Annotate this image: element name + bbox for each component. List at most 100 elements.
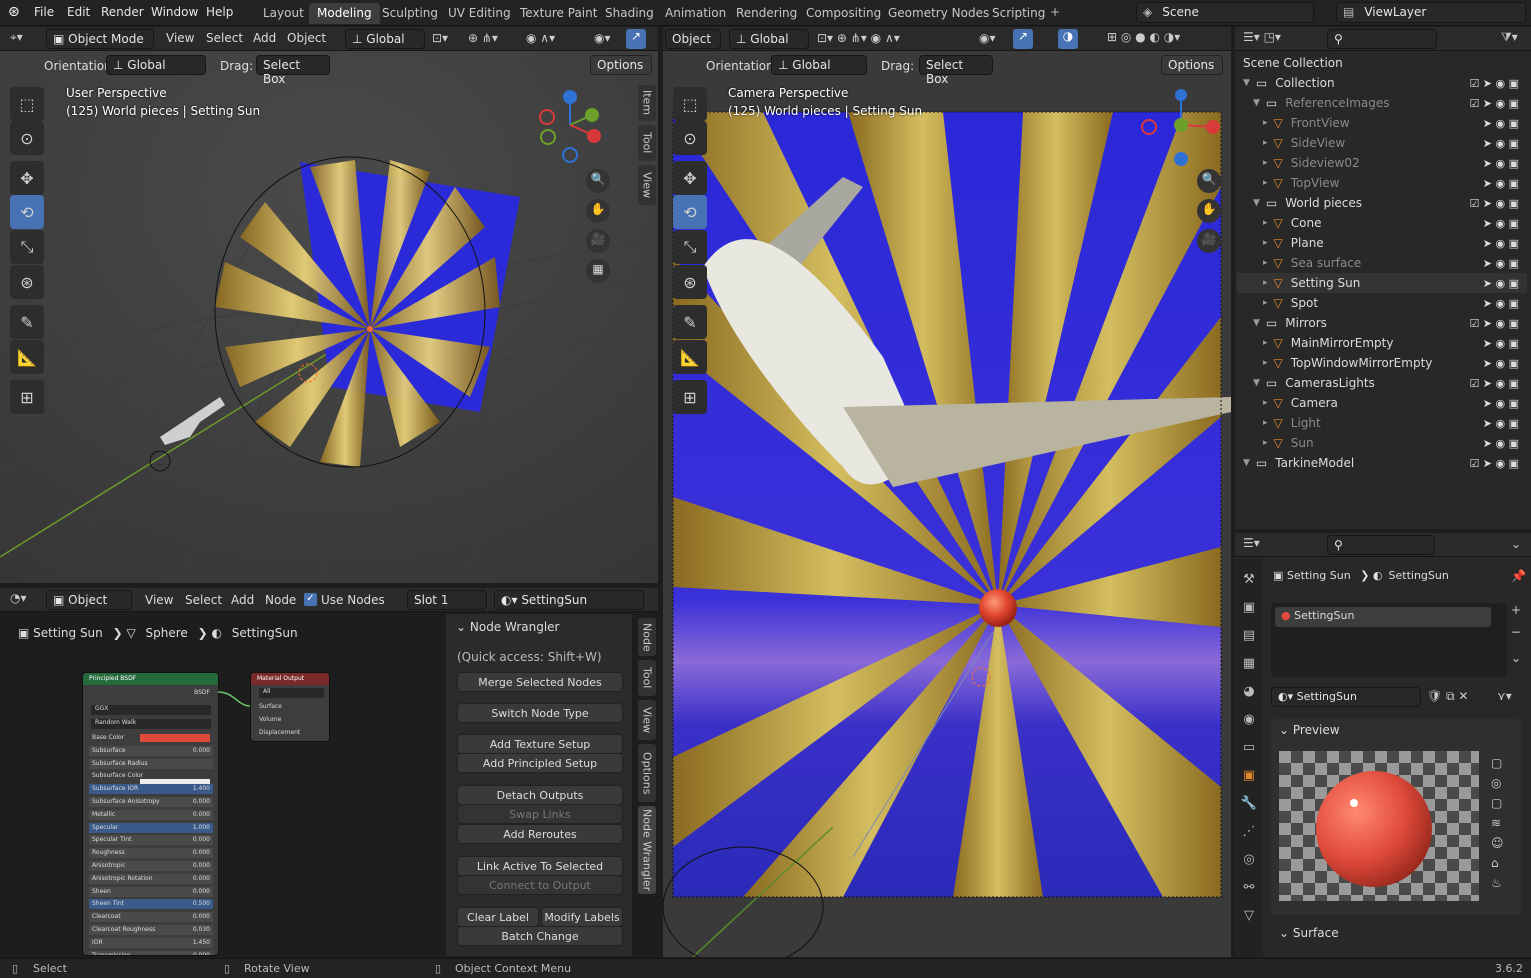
tab-sculpting[interactable]: Sculpting — [374, 3, 446, 24]
modifier-tab-icon[interactable]: 🔧 — [1240, 796, 1258, 814]
shading-modes-icon[interactable]: ⊞ ◎ ● ◐ ◑▾ — [1107, 30, 1180, 44]
node-menu-node[interactable]: Node — [265, 593, 296, 607]
render-tab-icon[interactable]: ▣ — [1240, 600, 1258, 618]
sidebar-tab-view[interactable]: View — [638, 165, 656, 205]
bsdf-input-row[interactable]: Anisotropic Rotation 0.000 — [89, 873, 213, 884]
expand-chevron-icon[interactable]: ▼ — [1253, 318, 1260, 328]
modify-labels-button[interactable]: Modify Labels — [541, 907, 623, 927]
camera-camera-view-icon[interactable]: 🎥 — [1197, 229, 1221, 253]
add-cube-tool-icon[interactable]: ⊞ — [10, 380, 44, 414]
visibility-toggles-icon[interactable]: ➤ ◉ ▣ — [1483, 217, 1519, 230]
bsdf-input-row[interactable]: Sheen Tint 0.500 — [89, 899, 213, 910]
outliner-row[interactable]: ▸ ▽ TopView ➤ ◉ ▣ — [1237, 173, 1527, 193]
visibility-toggles-icon[interactable]: ➤ ◉ ▣ — [1483, 357, 1519, 370]
outliner-search-input[interactable]: ⚲ — [1327, 29, 1437, 49]
subsurface-method-dropdown[interactable]: Random Walk — [91, 719, 211, 729]
outliner-row[interactable]: ▸ ▽ SideView ➤ ◉ ▣ — [1237, 133, 1527, 153]
bsdf-input-row[interactable]: Transmission 0.000 — [89, 950, 213, 955]
camera-overlay-icon[interactable]: ◑ — [1058, 29, 1078, 49]
material-slot-item[interactable]: ● SettingSun — [1275, 607, 1491, 627]
node-tab-options[interactable]: Options — [638, 744, 656, 802]
outliner-row[interactable]: ▸ ▽ Light ➤ ◉ ▣ — [1237, 413, 1527, 433]
drag-selector[interactable]: Select Box — [256, 55, 330, 86]
outliner-row[interactable]: ▸ ▽ TopWindowMirrorEmpty ➤ ◉ ▣ — [1237, 353, 1527, 373]
bsdf-input-row[interactable]: Base Color — [89, 733, 213, 743]
visibility-toggles-icon[interactable]: ➤ ◉ ▣ — [1483, 417, 1519, 430]
preview-panel-title[interactable]: ⌄ Preview — [1279, 723, 1340, 737]
outliner-row[interactable]: ▸ ▽ Sea surface ➤ ◉ ▣ — [1237, 253, 1527, 273]
snap-icon[interactable]: ⊕ ⋔▾ — [468, 31, 498, 45]
add-principled-setup-button[interactable]: Add Principled Setup — [457, 753, 623, 773]
link-active-to-selected-button[interactable]: Link Active To Selected — [457, 856, 623, 876]
gizmo-icon[interactable]: ↗ — [626, 29, 646, 49]
orientation-selector[interactable]: ⊥ Global — [106, 55, 206, 75]
node-menu-select[interactable]: Select — [185, 593, 222, 607]
expand-chevron-icon[interactable]: ▸ — [1263, 398, 1268, 408]
shader-type-selector[interactable]: ▣ Object — [46, 590, 132, 610]
visibility-toggles-icon[interactable]: ☑ ➤ ◉ ▣ — [1469, 197, 1519, 210]
bsdf-input-row[interactable]: Clearcoat Roughness 0.030 — [89, 925, 213, 935]
fake-user-icon[interactable]: 🛡 ⧉ ✕ — [1427, 689, 1469, 704]
pivot-icon[interactable]: ⊡▾ — [432, 31, 448, 45]
bsdf-input-row[interactable]: Subsurface IOR 1.400 — [89, 784, 213, 795]
camera-annotate-tool-icon[interactable]: ✎ — [673, 305, 707, 339]
menu-file[interactable]: File — [34, 5, 54, 19]
outliner-row[interactable]: ▼ ▭ Collection ☑ ➤ ◉ ▣ — [1237, 73, 1527, 93]
transform-orientation-selector[interactable]: ⊥ Global — [345, 29, 425, 49]
surface-panel-title[interactable]: ⌄ Surface — [1279, 926, 1339, 940]
bsdf-input-row[interactable]: Subsurface Anisotropy 0.000 — [89, 797, 213, 807]
expand-chevron-icon[interactable]: ▸ — [1263, 298, 1268, 308]
data-tab-icon[interactable]: ▽ — [1240, 908, 1258, 926]
output-tab-icon[interactable]: ▤ — [1240, 628, 1258, 646]
slot-selector[interactable]: Slot 1 — [407, 590, 487, 610]
node-tab-node-wrangler[interactable]: Node Wrangler — [638, 806, 656, 894]
visibility-toggles-icon[interactable]: ➤ ◉ ▣ — [1483, 277, 1519, 290]
bsdf-input-row[interactable]: Specular Tint 0.000 — [89, 835, 213, 846]
collection-tab-icon[interactable]: ▭ — [1240, 740, 1258, 758]
camera-pan-hand-icon[interactable]: ✋ — [1197, 199, 1221, 223]
expand-chevron-icon[interactable]: ▸ — [1263, 138, 1268, 148]
expand-chevron-icon[interactable]: ▸ — [1263, 158, 1268, 168]
tab-animation[interactable]: Animation — [657, 3, 734, 24]
outliner-row[interactable]: ▸ ▽ Plane ➤ ◉ ▣ — [1237, 233, 1527, 253]
visibility-toggles-icon[interactable]: ☑ ➤ ◉ ▣ — [1469, 377, 1519, 390]
constraints-tab-icon[interactable]: ⚯ — [1240, 880, 1258, 898]
node-wrangler-panel-title[interactable]: ⌄ Node Wrangler — [456, 620, 560, 634]
material-selector[interactable]: ◐▾ SettingSun — [494, 590, 644, 610]
switch-node-type-button[interactable]: Switch Node Type — [457, 703, 623, 723]
expand-chevron-icon[interactable]: ▸ — [1263, 238, 1268, 248]
tab-shading[interactable]: Shading — [597, 3, 662, 24]
bsdf-input-row[interactable]: Specular 1.000 — [89, 822, 213, 833]
outliner-editor-icon[interactable]: ☰▾ ◳▾ — [1243, 30, 1281, 44]
add-workspace-icon[interactable]: + — [1050, 5, 1060, 19]
visibility-toggles-icon[interactable]: ➤ ◉ ▣ — [1483, 437, 1519, 450]
sidebar-tab-tool[interactable]: Tool — [638, 125, 656, 161]
expand-chevron-icon[interactable]: ▸ — [1263, 218, 1268, 228]
scene-tab-icon[interactable]: ◕ — [1240, 684, 1258, 702]
visibility-toggles-icon[interactable]: ➤ ◉ ▣ — [1483, 137, 1519, 150]
properties-editor-icon[interactable]: ☰▾ — [1243, 536, 1260, 550]
node-editor[interactable]: ◔▾ ▣ Object View Select Add Node ✓ Use N… — [0, 588, 658, 956]
batch-change-button[interactable]: Batch Change — [457, 926, 623, 946]
bsdf-input-row[interactable]: Clearcoat 0.000 — [89, 912, 213, 923]
material-datablock-selector[interactable]: ◐▾ SettingSun — [1271, 687, 1421, 707]
outliner-row[interactable]: ▼ ▭ CamerasLights ☑ ➤ ◉ ▣ — [1237, 373, 1527, 393]
camera-navigation-gizmo[interactable] — [1139, 85, 1229, 175]
remove-slot-icon[interactable]: − — [1511, 625, 1521, 639]
visibility-toggles-icon[interactable]: ☑ ➤ ◉ ▣ — [1469, 317, 1519, 330]
node-editor-type-icon[interactable]: ◔▾ — [10, 591, 27, 605]
expand-chevron-icon[interactable]: ▼ — [1253, 98, 1260, 108]
filter-icon[interactable]: ⧩▾ — [1501, 30, 1518, 45]
options-button[interactable]: Options — [590, 55, 652, 75]
pin-icon[interactable]: 📌 — [1511, 569, 1526, 583]
connect-to-output-button[interactable]: Connect to Output — [457, 875, 623, 895]
outliner-row[interactable]: ▸ ▽ Sideview02 ➤ ◉ ▣ — [1237, 153, 1527, 173]
bsdf-input-row[interactable]: Anisotropic 0.000 — [89, 861, 213, 871]
outliner-row[interactable]: ▼ ▭ Mirrors ☑ ➤ ◉ ▣ — [1237, 313, 1527, 333]
bsdf-input-row[interactable]: Subsurface Radius — [89, 758, 213, 769]
tab-texture-paint[interactable]: Texture Paint — [512, 3, 605, 24]
visibility-icon[interactable]: ◉▾ — [594, 31, 611, 45]
camera-view-icon[interactable]: 🎥 — [586, 229, 610, 253]
detach-outputs-button[interactable]: Detach Outputs — [457, 785, 623, 805]
properties-collapse-icon[interactable]: ⌄ — [1511, 537, 1521, 551]
